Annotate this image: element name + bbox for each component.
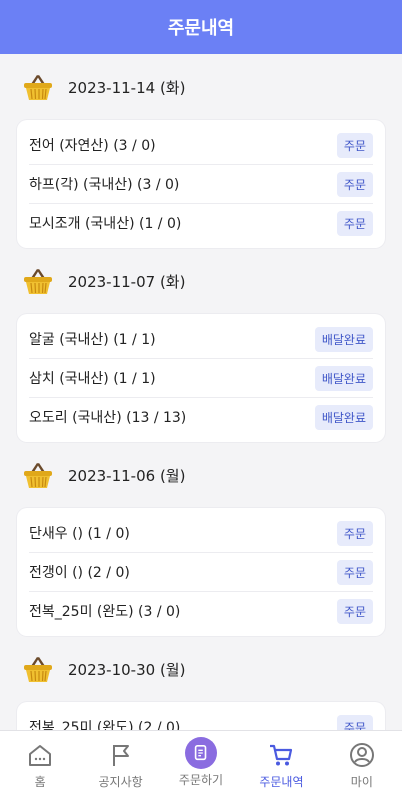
cart-icon xyxy=(270,744,293,766)
item-name: 단새우 () (1 / 0) xyxy=(29,526,130,542)
order-date: 2023-11-07 (화) xyxy=(68,272,186,291)
page-title: 주문내역 xyxy=(167,18,235,39)
tab-notice[interactable]: 공지사항 xyxy=(80,731,160,801)
item-name: 알굴 (국내산) (1 / 1) xyxy=(29,332,156,348)
order-group: 2023-11-07 (화) 알굴 (국내산) (1 / 1) 배달완료 삼치 … xyxy=(0,248,402,442)
order-card: 전복_25미 (완도) (2 / 0) 주문 xyxy=(17,702,385,730)
order-item[interactable]: 전복_25미 (완도) (2 / 0) 주문 xyxy=(29,708,373,730)
status-badge: 배달완료 xyxy=(314,404,373,430)
order-date: 2023-11-06 (월) xyxy=(68,466,186,485)
order-item[interactable]: 오도리 (국내산) (13 / 13) 배달완료 xyxy=(29,398,373,436)
status-badge: 주문 xyxy=(336,210,373,236)
tab-label: 주문하기 xyxy=(178,773,224,787)
tab-order[interactable]: 주문하기 xyxy=(161,731,241,801)
tab-label: 마이 xyxy=(350,775,373,789)
tab-label: 홈 xyxy=(34,775,46,789)
status-badge: 주문 xyxy=(336,714,373,730)
order-card: 전어 (자연산) (3 / 0) 주문 하프(각) (국내산) (3 / 0) … xyxy=(17,120,385,248)
tab-label: 주문내역 xyxy=(259,775,304,789)
tab-order-history[interactable]: 주문내역 xyxy=(241,731,321,801)
tab-my[interactable]: 마이 xyxy=(322,731,402,801)
order-item[interactable]: 단새우 () (1 / 0) 주문 xyxy=(29,514,373,553)
order-date-row: 2023-10-30 (월) xyxy=(0,636,402,702)
basket-icon xyxy=(24,75,52,100)
bottom-tab-bar: 홈 공지사항 주문하기 주문내역 마이 xyxy=(0,730,402,801)
status-badge: 주문 xyxy=(336,132,373,158)
order-item[interactable]: 전어 (자연산) (3 / 0) 주문 xyxy=(29,126,373,165)
order-date: 2023-11-14 (화) xyxy=(68,78,186,97)
item-name: 삼치 (국내산) (1 / 1) xyxy=(29,371,156,387)
item-name: 전복_25미 (완도) (3 / 0) xyxy=(29,604,181,620)
order-date-row: 2023-11-06 (월) xyxy=(0,442,402,508)
status-badge: 주문 xyxy=(336,559,373,585)
order-card: 단새우 () (1 / 0) 주문 전갱이 () (2 / 0) 주문 전복_2… xyxy=(17,508,385,636)
status-badge: 주문 xyxy=(336,171,373,197)
item-name: 전어 (자연산) (3 / 0) xyxy=(29,138,156,154)
status-badge: 배달완료 xyxy=(314,365,373,391)
order-date-row: 2023-11-07 (화) xyxy=(0,248,402,314)
order-group: 2023-11-14 (화) 전어 (자연산) (3 / 0) 주문 하프(각)… xyxy=(0,54,402,248)
order-item[interactable]: 전갱이 () (2 / 0) 주문 xyxy=(29,553,373,592)
user-icon xyxy=(349,743,374,767)
basket-icon xyxy=(24,269,52,294)
order-item[interactable]: 하프(각) (국내산) (3 / 0) 주문 xyxy=(29,165,373,204)
tab-home[interactable]: 홈 xyxy=(0,731,80,801)
item-name: 오도리 (국내산) (13 / 13) xyxy=(29,410,187,426)
order-date-row: 2023-11-14 (화) xyxy=(0,54,402,120)
basket-icon xyxy=(24,463,52,488)
item-name: 모시조개 (국내산) (1 / 0) xyxy=(29,216,182,232)
status-badge: 배달완료 xyxy=(314,326,373,352)
status-badge: 주문 xyxy=(336,598,373,624)
order-item[interactable]: 모시조개 (국내산) (1 / 0) 주문 xyxy=(29,204,373,242)
status-badge: 주문 xyxy=(336,520,373,546)
item-name: 하프(각) (국내산) (3 / 0) xyxy=(29,177,180,193)
app-header: 주문내역 xyxy=(0,0,402,54)
order-history-list[interactable]: 2023-11-14 (화) 전어 (자연산) (3 / 0) 주문 하프(각)… xyxy=(0,54,402,730)
order-item[interactable]: 알굴 (국내산) (1 / 1) 배달완료 xyxy=(29,320,373,359)
order-group: 2023-10-30 (월) 전복_25미 (완도) (2 / 0) 주문 xyxy=(0,636,402,730)
order-item[interactable]: 전복_25미 (완도) (3 / 0) 주문 xyxy=(29,592,373,630)
order-item[interactable]: 삼치 (국내산) (1 / 1) 배달완료 xyxy=(29,359,373,398)
home-icon xyxy=(29,745,52,766)
order-card: 알굴 (국내산) (1 / 1) 배달완료 삼치 (국내산) (1 / 1) 배… xyxy=(17,314,385,442)
flag-icon xyxy=(112,745,129,766)
order-group: 2023-11-06 (월) 단새우 () (1 / 0) 주문 전갱이 () … xyxy=(0,442,402,636)
order-date: 2023-10-30 (월) xyxy=(68,660,186,679)
tab-label: 공지사항 xyxy=(98,775,143,789)
item-name: 전갱이 () (2 / 0) xyxy=(29,565,130,581)
basket-icon xyxy=(24,657,52,682)
order-form-icon xyxy=(185,737,218,769)
item-name: 전복_25미 (완도) (2 / 0) xyxy=(29,720,181,730)
